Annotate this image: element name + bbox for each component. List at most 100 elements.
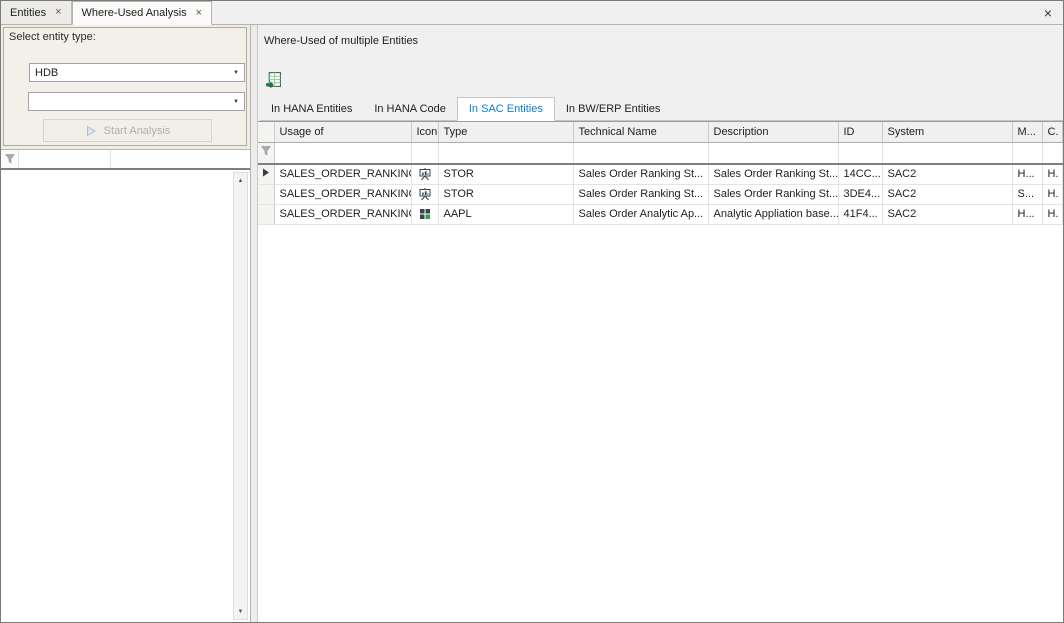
column-header-system[interactable]: System (882, 122, 1012, 142)
column-header-technical-name[interactable]: Technical Name (573, 122, 708, 142)
cell-c[interactable]: H. (1042, 184, 1063, 204)
document-tabbar: Entities × Where-Used Analysis × × (1, 1, 1063, 25)
table-row[interactable]: SALES_ORDER_RANKING AAPL Sales Ord (258, 204, 1063, 224)
tab-close-icon[interactable]: × (196, 8, 202, 19)
cell-system[interactable]: SAC2 (882, 204, 1012, 224)
group-caption: Select entity type: (4, 28, 246, 46)
cell-usage-of[interactable]: SALES_ORDER_RANKING (274, 164, 411, 184)
tab-entities-label: Entities (10, 7, 46, 19)
tab-where-used-analysis[interactable]: Where-Used Analysis × (72, 1, 213, 25)
filter-cell-usage-of[interactable] (274, 142, 411, 164)
cell-m[interactable]: H... (1012, 164, 1042, 184)
panel-splitter[interactable] (251, 25, 258, 622)
cell-id[interactable]: 14CC... (838, 164, 882, 184)
tab-in-sac-entities[interactable]: In SAC Entities (457, 97, 555, 121)
cell-id[interactable]: 3DE4... (838, 184, 882, 204)
cell-type[interactable]: STOR (438, 164, 573, 184)
cell-usage-of[interactable]: SALES_ORDER_RANKING (274, 204, 411, 224)
entity-list-filter-row[interactable] (1, 150, 250, 170)
table-row[interactable]: SALES_ORDER_RANKING (258, 164, 1063, 184)
tab-in-hana-code[interactable]: In HANA Code (363, 98, 457, 120)
entity-list: ▲ ▼ (1, 149, 250, 622)
entity-dropdown[interactable]: ▼ (28, 92, 245, 111)
vertical-scrollbar[interactable]: ▲ ▼ (233, 172, 248, 620)
tab-entities[interactable]: Entities × (1, 1, 72, 24)
entity-type-dropdown[interactable]: HDB ▼ (29, 63, 245, 82)
cell-technical-name[interactable]: Sales Order Ranking St... (573, 184, 708, 204)
page-title: Where-Used of multiple Entities (264, 35, 418, 47)
cell-icon[interactable] (411, 204, 438, 224)
cell-technical-name[interactable]: Sales Order Ranking St... (573, 164, 708, 184)
entity-list-filter-cell[interactable] (111, 150, 250, 168)
cell-description[interactable]: Sales Order Ranking St... (708, 184, 838, 204)
column-header-id[interactable]: ID (838, 122, 882, 142)
filter-cell-c[interactable] (1042, 142, 1063, 164)
play-icon (85, 125, 97, 137)
column-header-icon[interactable]: Icon (411, 122, 438, 142)
filter-cell-type[interactable] (438, 142, 573, 164)
cell-id[interactable]: 41F4... (838, 204, 882, 224)
cell-type[interactable]: STOR (438, 184, 573, 204)
grid-filter-row (258, 142, 1063, 164)
where-used-panel: Where-Used of multiple Entities In HANA … (258, 25, 1063, 622)
cell-system[interactable]: SAC2 (882, 184, 1012, 204)
cell-m[interactable]: H... (1012, 204, 1042, 224)
close-icon[interactable]: × (1033, 1, 1063, 24)
start-analysis-label: Start Analysis (104, 125, 171, 137)
result-tabstrip: In HANA Entities In HANA Code In SAC Ent… (260, 96, 1063, 121)
column-header-description[interactable]: Description (708, 122, 838, 142)
cell-type[interactable]: AAPL (438, 204, 573, 224)
column-header-c[interactable]: C. (1042, 122, 1063, 142)
cell-icon[interactable] (411, 184, 438, 204)
table-row[interactable]: SALES_ORDER_RANKING (258, 184, 1063, 204)
analytic-application-icon (418, 207, 432, 221)
entity-type-group: Select entity type: HDB ▼ ▼ Start Analys… (3, 27, 247, 146)
row-indicator (258, 184, 274, 204)
cell-technical-name[interactable]: Sales Order Analytic Ap... (573, 204, 708, 224)
filter-icon (258, 142, 274, 164)
story-icon (418, 167, 432, 181)
cell-description[interactable]: Sales Order Ranking St... (708, 164, 838, 184)
row-indicator (258, 204, 274, 224)
scroll-down-icon[interactable]: ▼ (234, 604, 247, 619)
export-to-excel-button[interactable] (263, 69, 283, 89)
excel-export-icon (265, 71, 282, 88)
scrollbar-track[interactable] (234, 188, 247, 604)
cell-description[interactable]: Analytic Appliation base... (708, 204, 838, 224)
entity-list-filter-cell[interactable] (19, 150, 111, 168)
column-header-type[interactable]: Type (438, 122, 573, 142)
story-icon (418, 187, 432, 201)
cell-c[interactable]: H. (1042, 164, 1063, 184)
scroll-up-icon[interactable]: ▲ (234, 173, 247, 188)
cell-system[interactable]: SAC2 (882, 164, 1012, 184)
tab-in-hana-entities[interactable]: In HANA Entities (260, 98, 363, 120)
app-window: Entities × Where-Used Analysis × × Selec… (0, 0, 1064, 623)
filter-cell-technical-name[interactable] (573, 142, 708, 164)
cell-m[interactable]: S... (1012, 184, 1042, 204)
column-header-m[interactable]: M... (1012, 122, 1042, 142)
cell-c[interactable]: H. (1042, 204, 1063, 224)
filter-icon (1, 150, 19, 168)
start-analysis-button[interactable]: Start Analysis (43, 119, 212, 142)
current-row-arrow-icon (262, 168, 270, 177)
filter-cell-icon[interactable] (411, 142, 438, 164)
grid-header-row: Usage of Icon Type Technical Name Descri… (258, 122, 1063, 142)
cell-usage-of[interactable]: SALES_ORDER_RANKING (274, 184, 411, 204)
filter-cell-system[interactable] (882, 142, 1012, 164)
entity-type-value: HDB (35, 67, 58, 79)
filter-cell-m[interactable] (1012, 142, 1042, 164)
tab-in-bw-erp-entities[interactable]: In BW/ERP Entities (555, 98, 672, 120)
chevron-down-icon[interactable]: ▼ (228, 93, 244, 110)
row-indicator-header (258, 122, 274, 142)
column-header-usage-of[interactable]: Usage of (274, 122, 411, 142)
entity-list-body[interactable] (1, 172, 232, 622)
chevron-down-icon[interactable]: ▼ (228, 64, 244, 81)
filter-cell-description[interactable] (708, 142, 838, 164)
results-grid: Usage of Icon Type Technical Name Descri… (258, 121, 1063, 622)
filter-cell-id[interactable] (838, 142, 882, 164)
tab-where-used-analysis-label: Where-Used Analysis (82, 7, 187, 19)
entity-selection-panel: Select entity type: HDB ▼ ▼ Start Analys… (1, 25, 251, 622)
current-row-indicator (258, 164, 274, 184)
cell-icon[interactable] (411, 164, 438, 184)
tab-close-icon[interactable]: × (55, 7, 61, 18)
